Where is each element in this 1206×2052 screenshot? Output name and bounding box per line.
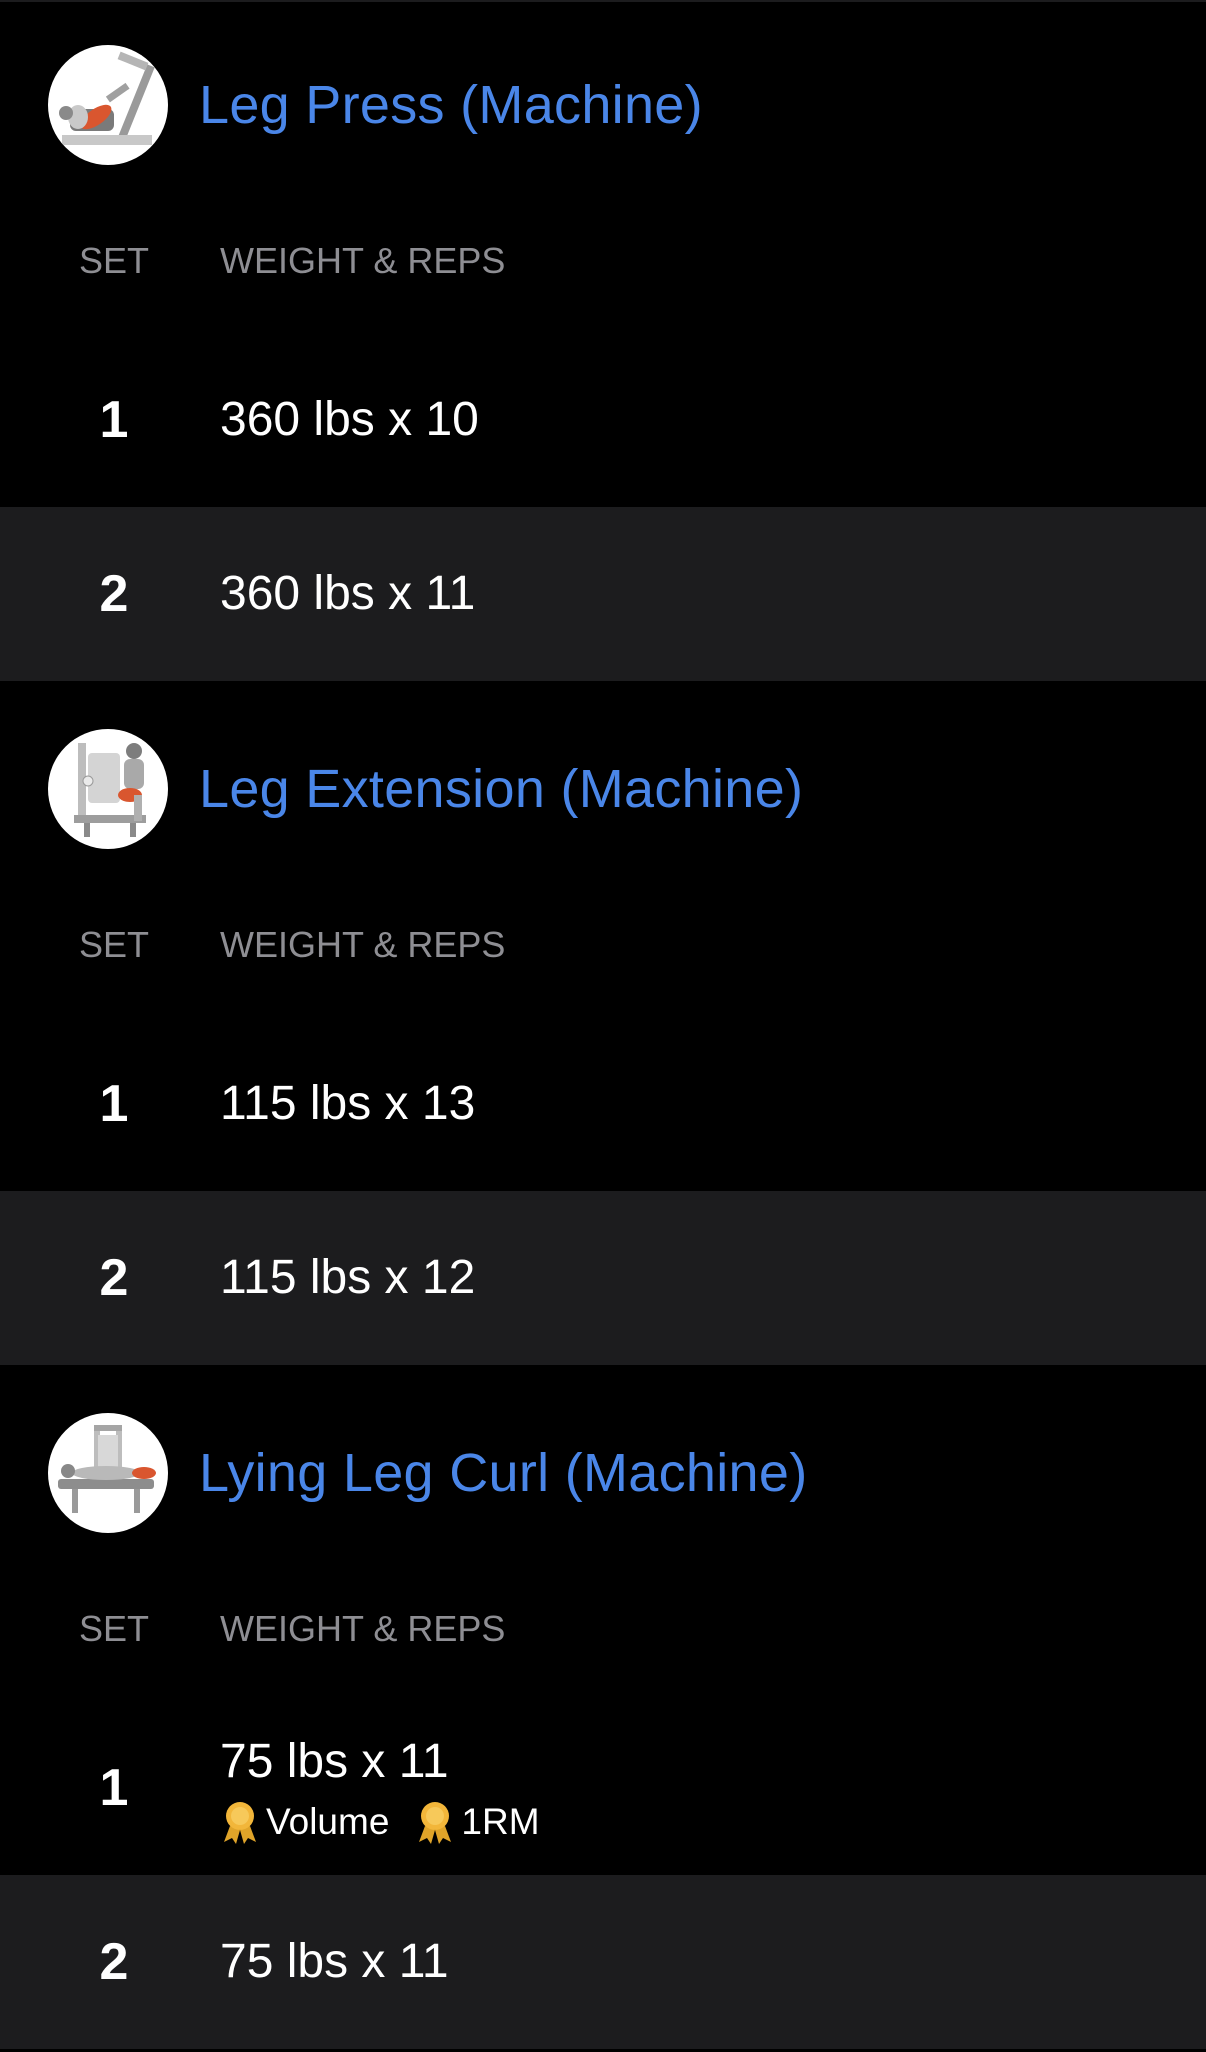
leg-press-machine-icon	[48, 45, 168, 165]
set-number: 1	[99, 1075, 129, 1133]
set-weight-reps: 115 lbs x 13	[220, 1077, 476, 1130]
exercise-title[interactable]: Leg Extension (Machine)	[199, 729, 803, 849]
set-number: 1	[99, 1759, 129, 1817]
set-row: 2 360 lbs x 11	[0, 507, 1206, 681]
exercise-header[interactable]: Leg Press (Machine)	[0, 45, 1206, 165]
medal-icon	[419, 1802, 452, 1844]
set-number: 2	[99, 1249, 129, 1307]
set-weight-reps: 75 lbs x 11	[220, 1735, 449, 1788]
set-number: 1	[99, 391, 129, 449]
set-column-header: SET	[78, 924, 149, 965]
medal-icon	[224, 1802, 256, 1844]
exercise-header[interactable]: Lying Leg Curl (Machine)	[0, 1413, 1206, 1533]
badge-label: Volume	[266, 1801, 390, 1842]
exercise-title[interactable]: Leg Press (Machine)	[199, 45, 703, 165]
badge-label: 1RM	[461, 1801, 540, 1842]
set-weight-reps: 75 lbs x 11	[220, 1935, 449, 1988]
set-row: 1 75 lbs x 11 Volume 1RM	[0, 1701, 1206, 1875]
record-badges: Volume 1RM	[220, 1797, 566, 1847]
set-row: 2 75 lbs x 11	[0, 1875, 1206, 2049]
weight-reps-column-header: WEIGHT & REPS	[220, 240, 506, 281]
set-column-header: SET	[78, 240, 149, 281]
column-header-row: SET WEIGHT & REPS	[0, 915, 1206, 975]
weight-reps-column-header: WEIGHT & REPS	[220, 924, 506, 965]
exercise-title[interactable]: Lying Leg Curl (Machine)	[199, 1413, 807, 1533]
set-number: 2	[99, 565, 129, 623]
set-weight-reps: 115 lbs x 12	[220, 1251, 476, 1304]
set-row: 2 115 lbs x 12	[0, 1191, 1206, 1365]
top-divider	[0, 0, 1206, 2]
leg-extension-machine-icon	[48, 729, 168, 849]
column-header-row: SET WEIGHT & REPS	[0, 1599, 1206, 1659]
column-header-row: SET WEIGHT & REPS	[0, 231, 1206, 291]
one-rep-max-record-badge: 1RM	[415, 1800, 540, 1844]
set-row: 1 360 lbs x 10	[0, 333, 1206, 507]
set-number: 2	[99, 1933, 129, 1991]
set-row: 1 115 lbs x 13	[0, 1017, 1206, 1191]
set-column-header: SET	[78, 1608, 149, 1649]
set-weight-reps: 360 lbs x 11	[220, 567, 476, 620]
weight-reps-column-header: WEIGHT & REPS	[220, 1608, 506, 1649]
set-weight-reps: 360 lbs x 10	[220, 393, 479, 446]
lying-leg-curl-machine-icon	[48, 1413, 168, 1533]
exercise-header[interactable]: Leg Extension (Machine)	[0, 729, 1206, 849]
volume-record-badge: Volume	[220, 1800, 389, 1844]
